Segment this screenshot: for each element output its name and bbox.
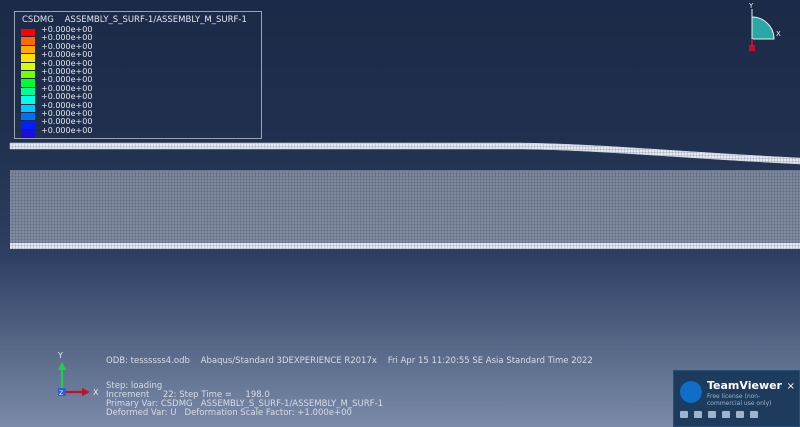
legend-swatch bbox=[21, 129, 35, 139]
legend-swatch bbox=[21, 62, 35, 71]
video-icon[interactable] bbox=[680, 411, 688, 418]
teamviewer-panel[interactable]: TeamViewer Free license (non-commercial … bbox=[673, 370, 800, 427]
triad-x-label: X bbox=[776, 30, 781, 38]
legend-value: +0.000e+00 bbox=[41, 125, 93, 135]
teamviewer-subtitle: Free license (non-commercial use only) bbox=[707, 393, 772, 407]
bottom-strip bbox=[10, 243, 800, 249]
files-icon[interactable] bbox=[722, 411, 730, 418]
legend-title: CSDMG ASSEMBLY_S_SURF-1/ASSEMBLY_M_SURF-… bbox=[22, 15, 247, 25]
tools-icon[interactable] bbox=[736, 411, 744, 418]
legend-values: +0.000e+00 +0.000e+00 +0.000e+00 +0.000e+00… bbox=[41, 25, 93, 135]
legend-swatch bbox=[21, 29, 35, 38]
legend-swatch bbox=[21, 37, 35, 46]
legend-swatch bbox=[21, 96, 35, 105]
axes-y-label: Y bbox=[57, 351, 63, 360]
teamviewer-name: TeamViewer bbox=[707, 379, 782, 392]
deformed-var-line: Deformed Var: U Deformation Scale Factor… bbox=[106, 408, 352, 418]
triad-y-label: Y bbox=[748, 3, 754, 10]
legend-surface-pair: ASSEMBLY_S_SURF-1/ASSEMBLY_M_SURF-1 bbox=[64, 15, 247, 25]
axes-z-label: Z bbox=[59, 390, 63, 397]
legend-swatch bbox=[21, 79, 35, 88]
headset-icon[interactable] bbox=[694, 411, 702, 418]
legend-swatch bbox=[21, 121, 35, 130]
upper-slave-strip bbox=[9, 142, 800, 165]
legend-swatch bbox=[21, 70, 35, 80]
legend-swatch bbox=[21, 87, 35, 97]
mesh-viewport[interactable] bbox=[0, 140, 800, 255]
view-triad-icon[interactable]: Y X bbox=[740, 3, 790, 55]
odb-info-line: ODB: tessssss4.odb Abaqus/Standard 3DEXP… bbox=[106, 356, 593, 366]
triad-quadrant bbox=[751, 16, 775, 40]
teamviewer-close-button[interactable]: × bbox=[787, 381, 795, 392]
axes-x-label: X bbox=[93, 388, 99, 397]
global-axes-icon: Y Z X bbox=[57, 351, 99, 397]
teamviewer-toolbar bbox=[680, 411, 758, 418]
chat-icon[interactable] bbox=[708, 411, 716, 418]
master-body-mesh bbox=[10, 170, 800, 244]
collapse-icon[interactable] bbox=[750, 411, 758, 418]
legend-swatch bbox=[21, 54, 35, 63]
legend-swatch bbox=[21, 104, 35, 113]
teamviewer-logo-icon bbox=[680, 381, 702, 403]
legend-swatch bbox=[21, 112, 35, 122]
legend-color-bar bbox=[21, 29, 35, 139]
legend-variable: CSDMG bbox=[22, 15, 54, 25]
contour-legend: CSDMG ASSEMBLY_S_SURF-1/ASSEMBLY_M_SURF-… bbox=[14, 11, 262, 139]
legend-swatch bbox=[21, 45, 35, 55]
